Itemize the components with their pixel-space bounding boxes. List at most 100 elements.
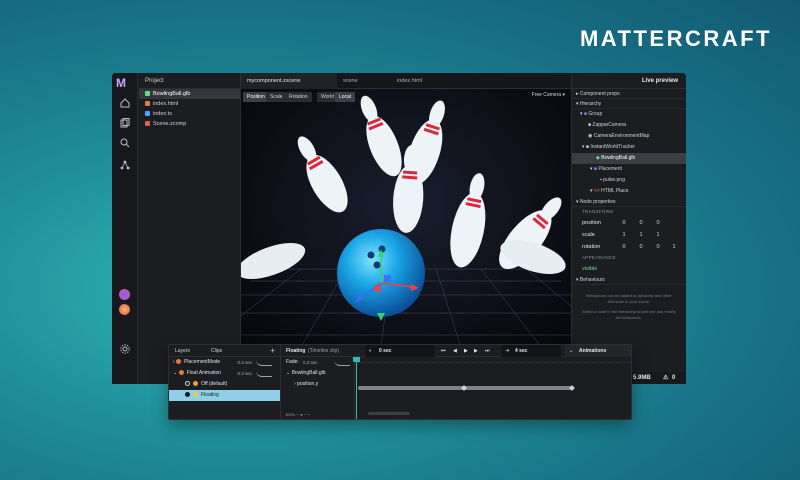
tab-label: index.html <box>397 78 423 84</box>
warning-icon[interactable]: ⚠ <box>663 372 668 384</box>
radio-icon[interactable] <box>185 381 190 387</box>
step-back-icon[interactable]: ◀ <box>453 345 457 357</box>
radio-selected-icon[interactable] <box>185 392 190 398</box>
track-list: Fade: 0.3 sec ⌄ BowlingBall.glb › positi… <box>281 357 355 419</box>
clip-subtitle: (Timeline clip) <box>308 348 339 354</box>
settings-icon[interactable] <box>118 343 132 357</box>
tab-layers[interactable]: Layers <box>175 345 190 357</box>
html-file-icon <box>145 101 150 107</box>
timeline-toolbar: Floating (Timeline clip) ◐ 0 sec ⏮ ◀ ▶ ▶… <box>281 345 631 357</box>
behaviours-hint: Behaviours can be added to hierarchy and… <box>586 293 672 304</box>
live-preview-button[interactable]: Live preview <box>572 73 686 89</box>
duration-icon: ⇥ <box>505 348 510 354</box>
easing-curve-icon[interactable] <box>256 371 272 377</box>
scale-y-field[interactable]: 1 <box>635 229 647 241</box>
brand-logo: MATTERCRAFT <box>579 26 772 51</box>
hierarchy-item[interactable]: ▾ <> HTML Place <box>572 186 686 197</box>
position-z-field[interactable]: 0 <box>652 217 664 229</box>
chevron-down-icon: ⌄ <box>173 370 179 376</box>
position-y-field[interactable]: 0 <box>635 217 647 229</box>
step-forward-icon[interactable]: ▶ <box>474 345 478 357</box>
easing-curve-icon[interactable] <box>334 360 350 366</box>
fade-value[interactable]: 0.3 sec <box>303 357 318 368</box>
hierarchy-item[interactable]: ▾ ■ Group <box>572 109 686 120</box>
behaviours-label: Behaviours <box>579 277 605 283</box>
scale-z-field[interactable]: 1 <box>652 229 664 241</box>
file-item[interactable]: index.ts <box>139 109 240 119</box>
hierarchy-item-label: pulse.png <box>603 177 625 183</box>
playhead-handle-icon[interactable] <box>353 357 360 362</box>
state-row[interactable]: Floating <box>169 390 280 401</box>
skip-start-icon[interactable]: ⏮ <box>441 345 446 357</box>
zoom-control[interactable]: 100% ─ ● ─ + <box>285 409 310 419</box>
tab-scene[interactable]: scene <box>337 73 385 89</box>
hierarchy-item[interactable]: ◆ BowlingBall.glb <box>572 153 686 164</box>
scene-viewport[interactable]: Position Scale Rotation World Local Free… <box>241 89 571 347</box>
file-name: BowlingBall.glb <box>153 91 191 97</box>
time-end-field[interactable]: ⇥ 4 sec <box>501 345 561 357</box>
hierarchy-item-label: BowlingBall.glb <box>601 155 636 161</box>
graph-icon[interactable] <box>118 159 132 173</box>
time-start-field[interactable]: ◐ 0 sec <box>365 345 435 357</box>
visible-toggle[interactable]: visible <box>572 263 686 275</box>
transform-label: TRANSFORM <box>582 209 614 214</box>
easing-curve-icon[interactable] <box>256 360 272 366</box>
home-icon[interactable] <box>118 97 132 111</box>
ts-file-icon <box>145 111 150 117</box>
add-layer-button[interactable]: + <box>270 345 275 357</box>
hierarchy-item-label: InstantWorldTracker <box>590 144 636 150</box>
track-property-row[interactable]: › position.y <box>281 379 354 390</box>
editor-tabs: mycomponent.zscene scene index.html <box>241 73 571 89</box>
skip-end-icon[interactable]: ⏭ <box>485 345 490 357</box>
node-properties-header[interactable]: ▾ Node properties <box>572 197 686 207</box>
hierarchy-item[interactable]: ▪ pulse.png <box>572 175 686 186</box>
activity-rail: M <box>112 73 138 384</box>
tab-mycomponent[interactable]: mycomponent.zscene <box>241 73 337 89</box>
warning-count: 0 <box>672 375 676 381</box>
file-item[interactable]: BowlingBall.glb <box>139 89 240 99</box>
tab-label: scene <box>343 78 358 84</box>
file-item[interactable]: Scene.zcomp <box>139 119 240 129</box>
tab-index-html[interactable]: index.html <box>391 73 461 89</box>
track-object-row[interactable]: ⌄ BowlingBall.glb <box>281 368 354 379</box>
file-item[interactable]: index.html <box>139 99 240 109</box>
project-panel: Project BowlingBall.glb index.html index… <box>139 73 241 384</box>
rotation-y-field[interactable]: 0 <box>635 241 647 253</box>
rotation-w-field[interactable]: 1 <box>668 241 680 253</box>
user-avatar-2[interactable] <box>119 304 130 315</box>
playhead[interactable] <box>356 357 357 419</box>
rotation-x-field[interactable]: 0 <box>618 241 630 253</box>
timeline-tracks[interactable] <box>353 357 631 419</box>
app-logo-icon[interactable]: M <box>116 76 126 90</box>
hierarchy-header[interactable]: ▾ Hierarchy <box>572 99 686 109</box>
animations-label: Animations <box>579 348 607 354</box>
component-props-header[interactable]: ▸ Component props <box>572 89 686 99</box>
hierarchy-item[interactable]: ◉ CameraEnvironmentMap <box>572 131 686 142</box>
hierarchy-label: Hierarchy <box>579 101 602 107</box>
rotation-z-field[interactable]: 0 <box>652 241 664 253</box>
user-avatar[interactable] <box>119 289 130 300</box>
play-icon[interactable]: ▶ <box>464 345 468 357</box>
hierarchy-item-label: CameraEnvironmentMap <box>593 133 650 139</box>
project-title: Project <box>139 73 240 89</box>
position-x-field[interactable]: 0 <box>618 217 630 229</box>
hierarchy-item[interactable]: ■ ZapparCamera <box>572 120 686 131</box>
hierarchy-item[interactable]: ▾ ■ InstantWorldTracker <box>572 142 686 153</box>
timeline-scrollbar[interactable] <box>368 412 410 415</box>
hierarchy-item[interactable]: ▾ ■ Placement <box>572 164 686 175</box>
files-icon[interactable] <box>118 117 132 131</box>
search-icon[interactable] <box>118 137 132 151</box>
time-ruler <box>356 357 631 363</box>
tab-clips[interactable]: Clips <box>211 345 222 357</box>
state-row[interactable]: Off (default) <box>169 379 280 390</box>
layer-row[interactable]: ⌄ Float Animation 0.3 sec <box>169 368 280 379</box>
position-row: position 0 0 0 <box>572 217 686 229</box>
layer-row[interactable]: › PlacementMode 0.3 sec <box>169 357 280 368</box>
scale-x-field[interactable]: 1 <box>618 229 630 241</box>
hierarchy-item-label: Group <box>588 111 603 117</box>
behaviours-header[interactable]: ▾ Behaviours <box>572 275 686 285</box>
properties-panel: Live preview ▸ Component props ▾ Hierarc… <box>571 73 686 384</box>
timeline-editor: Floating (Timeline clip) ◐ 0 sec ⏮ ◀ ▶ ▶… <box>281 345 631 419</box>
layer-color-icon <box>178 370 184 376</box>
animations-dropdown[interactable]: ⌄ Animations <box>565 345 631 357</box>
